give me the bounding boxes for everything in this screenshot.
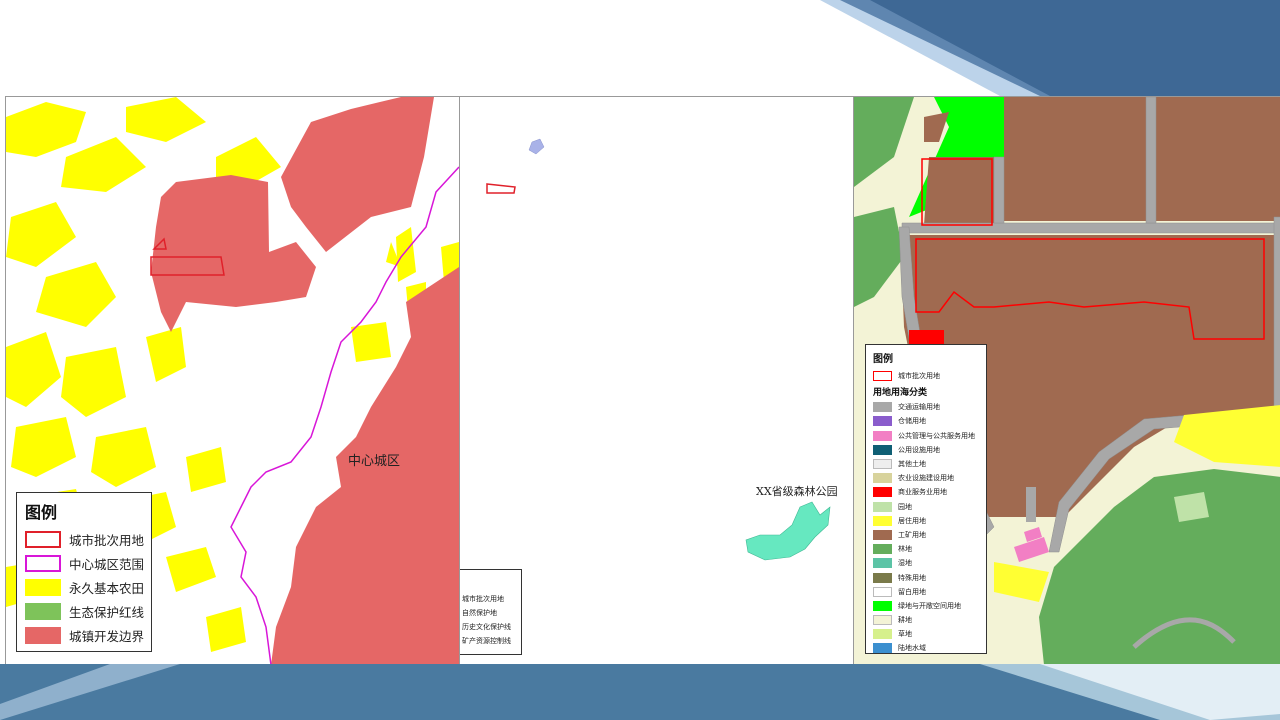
legend-label: 中心城区范围	[69, 556, 145, 572]
legend-label: 草地	[898, 630, 912, 639]
legend-swatch	[25, 578, 61, 596]
legend-label: 城镇开发边界	[69, 628, 145, 644]
legend-label: 交通运输用地	[898, 403, 940, 412]
legend-item-batch: 城市批次用地	[873, 369, 980, 383]
right-map-legend: 图例 城市批次用地 用地用海分类 交通运输用地 仓储用地公共管理与公共服务用地 公用…	[865, 344, 987, 654]
legend-item: 商业服务业用地	[873, 485, 980, 499]
legend-label: 陆地水域	[898, 644, 926, 653]
legend-item: 中心城区范围	[25, 551, 145, 575]
legend-label: 公共管理与公共服务用地	[898, 431, 975, 440]
legend-swatch	[25, 530, 61, 548]
legend-swatch	[873, 459, 892, 470]
legend-label: 城市批次用地	[462, 595, 504, 603]
legend-swatch	[873, 529, 892, 540]
legend-label: 历史文化保护线	[462, 623, 511, 631]
legend-item: 工矿用地	[873, 528, 980, 542]
legend-title: 图例	[25, 503, 58, 522]
legend-swatch	[873, 572, 892, 583]
legend-label: 耕地	[898, 616, 912, 625]
legend-swatch	[873, 558, 892, 569]
legend-label: 公用设施用地	[898, 445, 940, 454]
legend-label: 仓储用地	[898, 417, 926, 426]
legend-item: 城市批次用地	[462, 592, 521, 606]
legend-item: 永久基本农田	[25, 575, 145, 599]
legend-item: 交通运输用地	[873, 400, 980, 414]
legend-label: 居住用地	[898, 516, 926, 525]
legend-label: 工矿用地	[898, 530, 926, 539]
map-label-center-city: 中心城区	[348, 454, 401, 469]
left-map-legend: 图例 城市批次用地 中心城区范围 永久基本农田 生态保护红线 城镇开发边界	[16, 492, 152, 652]
legend-swatch	[873, 501, 892, 512]
legend-label: 其他土地	[898, 460, 926, 469]
legend-item: 耕地	[873, 613, 980, 627]
legend-swatch	[873, 600, 892, 611]
legend-label: 矿产资源控制线	[462, 637, 511, 645]
landuse-legend-list: 交通运输用地 仓储用地公共管理与公共服务用地 公用设施用地 其他土地农业设施建设用地商…	[873, 400, 980, 655]
legend-swatch	[873, 643, 892, 654]
legend-item: 历史文化保护线	[462, 620, 521, 634]
map-label-forest-park: XX省级森林公园	[756, 485, 838, 498]
bottom-banner-decoration	[0, 664, 1280, 720]
legend-item: 居住用地	[873, 514, 980, 528]
right-map-panel: 图例 城市批次用地 用地用海分类 交通运输用地 仓储用地公共管理与公共服务用地 公用…	[853, 96, 1280, 665]
middle-map-panel: XX省级森林公园 城市批次用地 自然保护地 历史文化保护线 矿产资源控制线	[459, 96, 854, 665]
legend-label: 城市批次用地	[898, 372, 940, 381]
legend-label: 特殊用地	[898, 573, 926, 582]
top-banner-decoration	[820, 0, 1280, 96]
legend-swatch	[873, 515, 892, 526]
legend-swatch	[873, 402, 892, 413]
legend-item: 仓储用地	[873, 414, 980, 428]
legend-swatch	[873, 629, 892, 640]
legend-swatch	[873, 487, 892, 498]
legend-swatch	[873, 430, 892, 441]
left-map-panel: 中心城区 图例 城市批次用地 中心城区范围 永久基本农田 生态保护红线 城镇开发…	[5, 96, 459, 665]
legend-item: 农业设施建设用地	[873, 471, 980, 485]
legend-swatch	[873, 586, 892, 597]
legend-title: 图例	[873, 354, 893, 365]
legend-item: 湿地	[873, 556, 980, 570]
legend-item: 林地	[873, 542, 980, 556]
legend-label: 商业服务业用地	[898, 488, 947, 497]
legend-swatch	[25, 602, 61, 620]
legend-label: 生态保护红线	[69, 604, 145, 620]
legend-item: 自然保护地	[462, 606, 521, 620]
legend-item: 特殊用地	[873, 570, 980, 584]
legend-label: 林地	[898, 545, 912, 554]
legend-item: 园地	[873, 500, 980, 514]
legend-swatch	[873, 615, 892, 626]
legend-item: 草地	[873, 627, 980, 641]
legend-item: 留白用地	[873, 585, 980, 599]
middle-map-legend: 城市批次用地 自然保护地 历史文化保护线 矿产资源控制线	[460, 569, 522, 655]
legend-item: 公共管理与公共服务用地	[873, 429, 980, 443]
legend-label: 留白用地	[898, 587, 926, 596]
legend-item: 矿产资源控制线	[462, 634, 521, 648]
legend-item: 城市批次用地	[25, 527, 145, 551]
legend-item: 生态保护红线	[25, 599, 145, 623]
legend-item: 城镇开发边界	[25, 623, 145, 647]
legend-subtitle: 用地用海分类	[873, 388, 928, 399]
legend-label: 绿地与开敞空间用地	[898, 601, 961, 610]
legend-swatch	[873, 416, 892, 427]
legend-label: 自然保护地	[462, 609, 497, 617]
legend-swatch	[873, 371, 892, 382]
legend-label: 农业设施建设用地	[898, 474, 954, 483]
legend-label: 湿地	[898, 559, 912, 568]
legend-item: 陆地水域	[873, 641, 980, 655]
legend-item: 公用设施用地	[873, 443, 980, 457]
legend-swatch	[873, 444, 892, 455]
legend-label: 永久基本农田	[69, 580, 145, 596]
legend-item: 其他土地	[873, 457, 980, 471]
legend-swatch	[25, 554, 61, 572]
legend-label: 园地	[898, 502, 912, 511]
legend-swatch	[25, 626, 61, 644]
legend-swatch	[873, 544, 892, 555]
legend-swatch	[873, 473, 892, 484]
legend-label: 城市批次用地	[69, 532, 145, 548]
legend-item: 绿地与开敞空间用地	[873, 599, 980, 613]
